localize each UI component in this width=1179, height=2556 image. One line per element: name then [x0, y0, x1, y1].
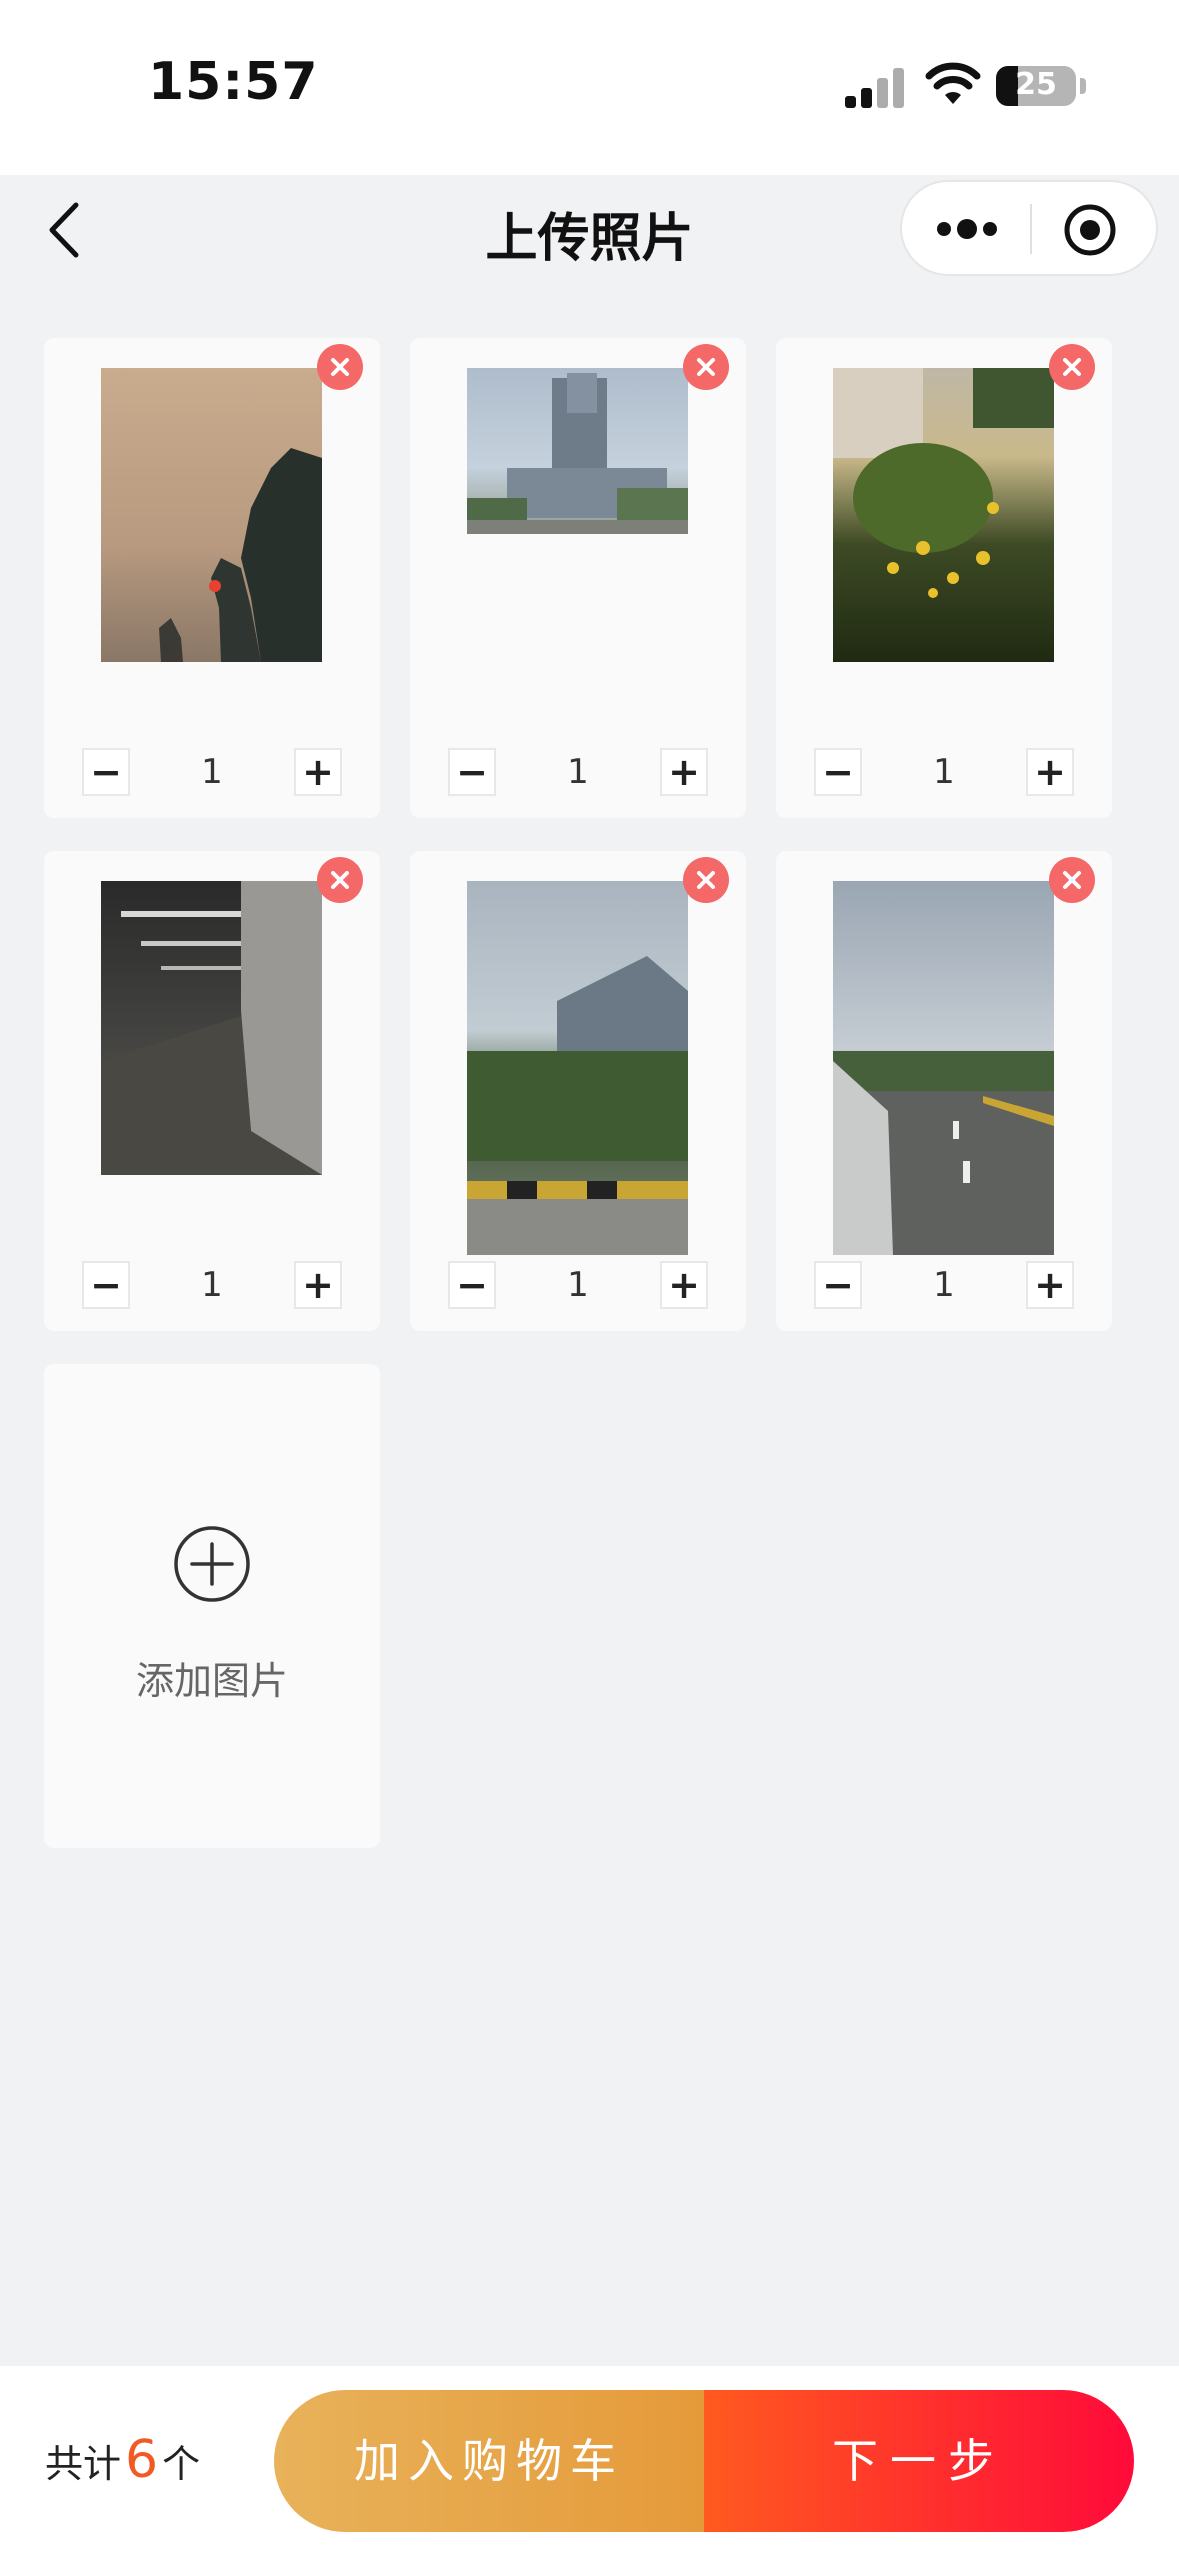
more-options-icon[interactable] [922, 202, 1012, 256]
close-icon [697, 358, 715, 376]
photo-card: − 1 + [410, 851, 746, 1331]
capsule-divider [1030, 204, 1032, 254]
photo-card: − 1 + [776, 338, 1112, 818]
remove-photo-button[interactable] [317, 857, 363, 903]
close-icon [1063, 358, 1081, 376]
add-photo-card[interactable]: 添加图片 [44, 1364, 380, 1848]
wifi-icon [925, 62, 981, 104]
photo-thumbnail-building-street[interactable] [467, 881, 688, 1255]
photo-thumbnail-sunflowers[interactable] [833, 368, 1054, 662]
close-icon [331, 358, 349, 376]
photo-thumbnail-parking-garage[interactable] [101, 881, 322, 1175]
photo-card: − 1 + [44, 338, 380, 818]
cellular-signal-icon [845, 66, 905, 108]
mini-program-capsule [900, 180, 1158, 276]
battery-level: 25 [1015, 67, 1057, 102]
increase-quantity-button[interactable]: + [294, 748, 342, 796]
close-icon [331, 871, 349, 889]
photo-card: − 1 + [44, 851, 380, 1331]
remove-photo-button[interactable] [683, 344, 729, 390]
increase-quantity-button[interactable]: + [660, 748, 708, 796]
add-circle-icon [174, 1526, 250, 1602]
add-photo-label: 添加图片 [135, 1659, 288, 1703]
increase-quantity-button[interactable]: + [660, 1261, 708, 1309]
photo-card: − 1 + [410, 338, 746, 818]
quantity-stepper: − 1 + [814, 1261, 1074, 1311]
total-count-text: 共计6 个 [45, 2430, 200, 2490]
quantity-stepper: − 1 + [448, 748, 708, 798]
quantity-stepper: − 1 + [82, 748, 342, 798]
increase-quantity-button[interactable]: + [1026, 1261, 1074, 1309]
total-count: 6 [125, 2430, 159, 2490]
remove-photo-button[interactable] [317, 344, 363, 390]
photo-card: − 1 + [776, 851, 1112, 1331]
bottom-action-bar: 共计6 个 加入购物车 下一步 [0, 2366, 1179, 2556]
quantity-stepper: − 1 + [448, 1261, 708, 1311]
status-bar: 15:57 25 [0, 0, 1179, 175]
increase-quantity-button[interactable]: + [1026, 748, 1074, 796]
remove-photo-button[interactable] [1049, 344, 1095, 390]
battery-icon: 25 [996, 66, 1076, 106]
remove-photo-button[interactable] [1049, 857, 1095, 903]
quantity-stepper: − 1 + [814, 748, 1074, 798]
add-to-cart-button[interactable]: 加入购物车 [274, 2390, 704, 2532]
increase-quantity-button[interactable]: + [294, 1261, 342, 1309]
close-icon [1063, 871, 1081, 889]
remove-photo-button[interactable] [683, 857, 729, 903]
close-icon [697, 871, 715, 889]
close-miniprogram-icon[interactable] [1062, 202, 1118, 258]
total-suffix: 个 [162, 2442, 201, 2486]
battery-tip [1080, 78, 1086, 94]
next-step-button[interactable]: 下一步 [704, 2390, 1134, 2532]
quantity-stepper: − 1 + [82, 1261, 342, 1311]
photo-thumbnail-office-building[interactable] [467, 368, 688, 534]
status-time: 15:57 [148, 52, 319, 112]
total-prefix: 共计 [45, 2442, 122, 2486]
photo-thumbnail-sunset-trees[interactable] [101, 368, 322, 662]
photo-thumbnail-road-car[interactable] [833, 881, 1054, 1255]
